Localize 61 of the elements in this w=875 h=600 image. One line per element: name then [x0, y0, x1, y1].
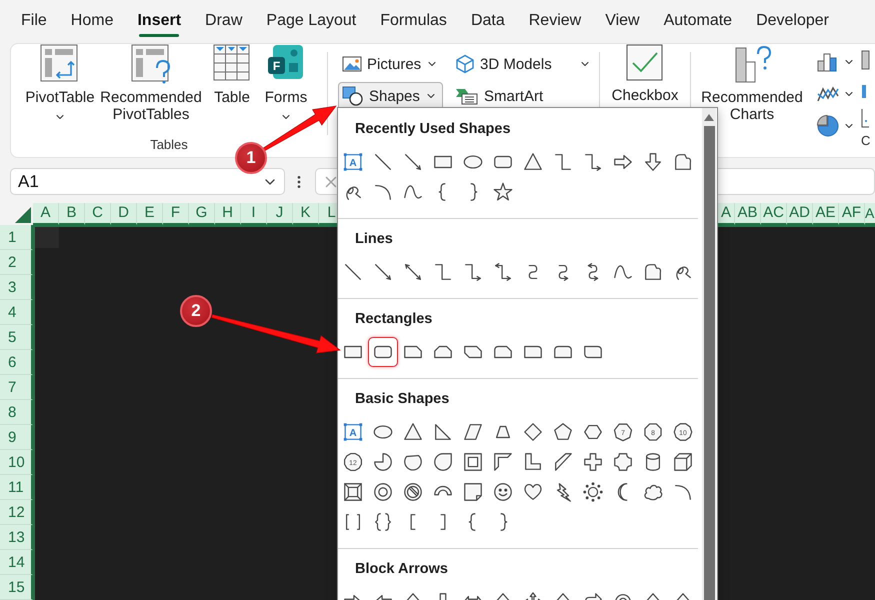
row-header[interactable]: 15: [0, 575, 33, 600]
row-header[interactable]: 13: [0, 525, 33, 550]
text-box-icon[interactable]: A: [342, 421, 364, 443]
column-header[interactable]: A: [33, 203, 59, 225]
ribbon-button[interactable]: 3D Models: [451, 50, 597, 78]
row-header[interactable]: 4: [0, 300, 33, 325]
column-header[interactable]: K: [293, 203, 319, 225]
section-title: Block Arrows: [354, 560, 449, 577]
ribbon-button[interactable]: F Forms: [261, 44, 311, 123]
ribbon-tab[interactable]: Insert: [125, 0, 194, 42]
name-box[interactable]: A1: [10, 168, 285, 195]
row-header[interactable]: 9: [0, 425, 33, 450]
ribbon-tab[interactable]: Formulas: [368, 0, 459, 42]
column-header[interactable]: C: [85, 203, 111, 225]
ribbon-tab[interactable]: View: [593, 0, 652, 42]
row-header[interactable]: 10: [0, 450, 33, 475]
row-header[interactable]: 1: [0, 225, 33, 250]
ribbon-tab[interactable]: Home: [58, 0, 126, 42]
ribbon-button[interactable]: Recommended Charts: [699, 44, 805, 123]
text-box-icon[interactable]: A: [342, 151, 364, 173]
ribbon-tab[interactable]: Page Layout: [254, 0, 368, 42]
column-header[interactable]: B: [59, 203, 85, 225]
ribbon-button[interactable]: Table: [207, 44, 257, 106]
row-header[interactable]: 6: [0, 350, 33, 375]
column-header[interactable]: AC: [761, 203, 787, 225]
ribbon-tab[interactable]: File: [9, 0, 59, 42]
ribbon-tab[interactable]: Draw: [193, 0, 254, 42]
ribbon-button[interactable]: PivotTable: [25, 44, 95, 123]
row-header[interactable]: 12: [0, 500, 33, 525]
ribbon-tab[interactable]: Automate: [652, 0, 744, 42]
ribbon-tab[interactable]: Data: [458, 0, 517, 42]
column-header[interactable]: AE: [813, 203, 839, 225]
row-header[interactable]: 2: [0, 250, 33, 275]
ribbon-tab[interactable]: Developer: [744, 0, 842, 42]
column-header[interactable]: D: [111, 203, 137, 225]
row-header[interactable]: 3: [0, 275, 33, 300]
column-header[interactable]: I: [241, 203, 267, 225]
section-title: Recently Used Shapes: [354, 120, 512, 137]
column-header[interactable]: A: [718, 203, 735, 225]
column-header[interactable]: J: [267, 203, 293, 225]
section-title: Rectangles: [354, 310, 434, 327]
column-header[interactable]: AF: [839, 203, 865, 225]
ribbon-button[interactable]: Checkbox: [606, 44, 684, 104]
ribbon-button[interactable]: Pictures: [338, 50, 444, 78]
section-title: Lines: [354, 230, 394, 247]
column-header[interactable]: AD: [787, 203, 813, 225]
row-header[interactable]: 8: [0, 400, 33, 425]
column-header[interactable]: E: [137, 203, 163, 225]
row-header[interactable]: 11: [0, 475, 33, 500]
column-header[interactable]: AB: [735, 203, 761, 225]
group-label: C: [861, 133, 870, 148]
column-header[interactable]: H: [215, 203, 241, 225]
ribbon-tab[interactable]: Review: [516, 0, 594, 42]
row-header[interactable]: 7: [0, 375, 33, 400]
section-title: Basic Shapes: [354, 390, 450, 407]
column-header[interactable]: F: [163, 203, 189, 225]
column-header[interactable]: G: [189, 203, 215, 225]
row-header[interactable]: 5: [0, 325, 33, 350]
row-header[interactable]: 14: [0, 550, 33, 575]
column-header[interactable]: A: [865, 203, 875, 225]
ribbon-button[interactable]: Recommended PivotTables: [99, 44, 203, 123]
